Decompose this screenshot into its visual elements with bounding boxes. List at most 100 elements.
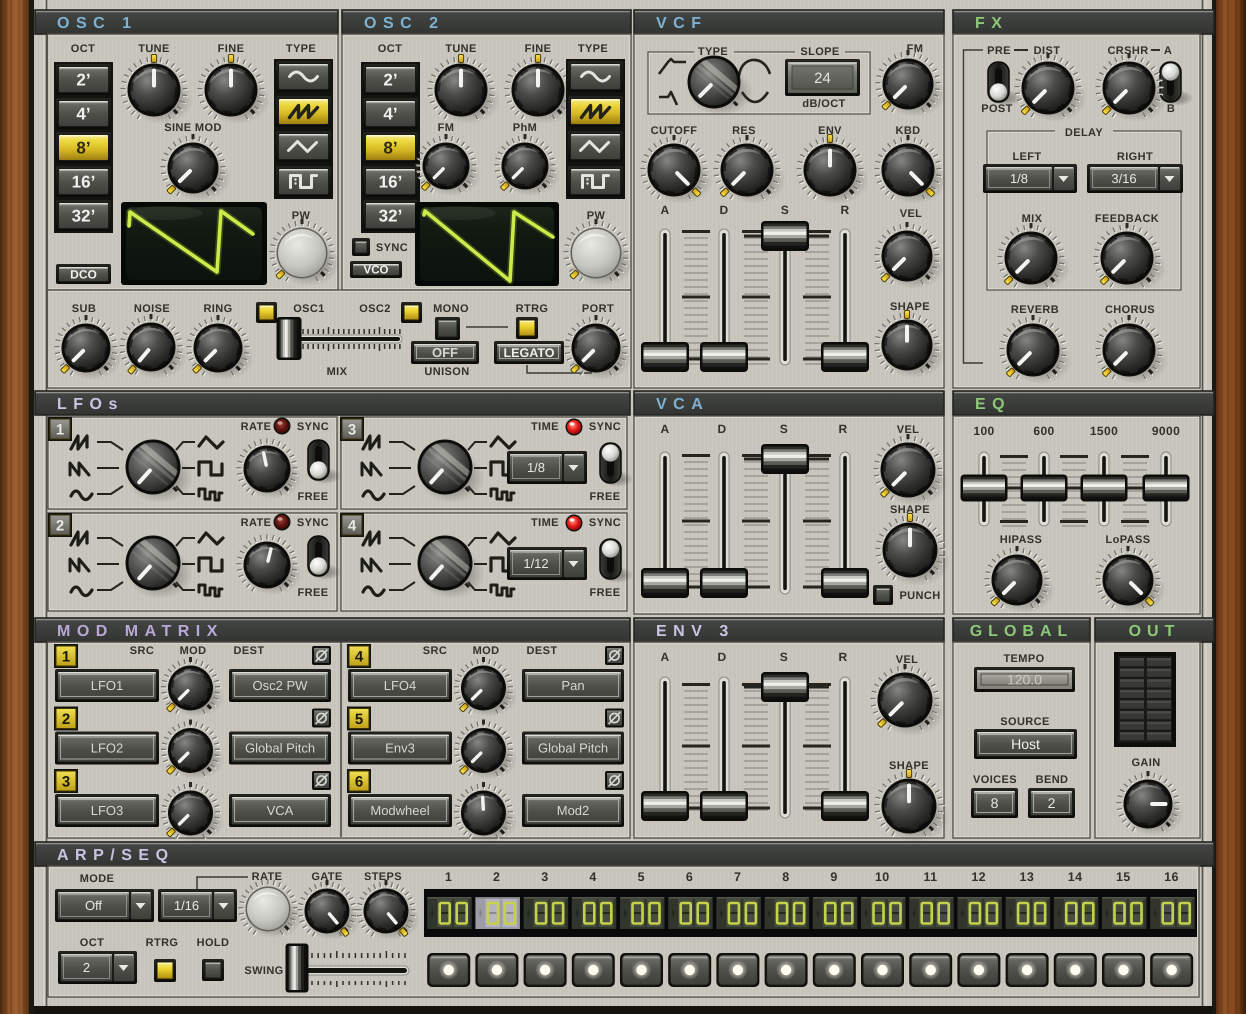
svg-text:EQ: EQ [975,396,1011,413]
svg-text:5: 5 [355,711,363,728]
svg-text:NOISE: NOISE [134,303,170,315]
svg-text:16ʼ: 16ʼ [72,173,96,192]
svg-text:PRE: PRE [987,45,1011,57]
svg-text:TUNE: TUNE [445,43,477,55]
svg-text:15: 15 [1116,870,1131,884]
svg-text:SWING: SWING [244,965,283,977]
svg-text:OUT: OUT [1129,623,1181,640]
svg-text:2: 2 [83,960,90,975]
svg-text:2ʼ: 2ʼ [76,71,90,90]
svg-text:Env3: Env3 [385,741,415,756]
svg-text:LEGATO: LEGATO [504,346,555,360]
svg-text:VOICES: VOICES [973,774,1017,786]
svg-text:A: A [660,422,669,436]
svg-text:8ʼ: 8ʼ [76,139,90,158]
svg-text:R: R [840,203,849,217]
svg-text:24: 24 [814,70,831,87]
svg-text:4ʼ: 4ʼ [76,105,90,124]
svg-text:VEL: VEL [896,654,919,666]
svg-text:REVERB: REVERB [1011,304,1059,316]
svg-text:SYNC: SYNC [589,517,621,529]
svg-text:RATE: RATE [241,421,272,433]
svg-text:MIX: MIX [327,366,348,378]
svg-text:SYNC: SYNC [297,517,329,529]
svg-text:32ʼ: 32ʼ [379,207,403,226]
svg-text:STEPS: STEPS [364,871,402,883]
svg-text:MOD: MOD [180,645,207,657]
svg-text:Mod2: Mod2 [557,803,590,818]
svg-text:1: 1 [62,649,70,666]
svg-text:4: 4 [355,649,364,666]
svg-text:DELAY: DELAY [1065,127,1104,139]
svg-text:OSC 2: OSC 2 [364,15,445,32]
svg-text:TYPE: TYPE [286,43,316,55]
svg-text:OSC2: OSC2 [359,303,391,315]
svg-text:B: B [1167,103,1175,115]
svg-text:Off: Off [85,898,102,913]
svg-text:RING: RING [203,303,232,315]
svg-text:3: 3 [62,774,70,791]
svg-text:RATE: RATE [241,517,272,529]
svg-text:VCO: VCO [364,265,389,277]
svg-text:SOURCE: SOURCE [1000,716,1049,728]
svg-text:VCA: VCA [267,803,294,818]
svg-text:CHORUS: CHORUS [1105,304,1155,316]
svg-text:ARP/SEQ: ARP/SEQ [57,847,175,864]
svg-text:TYPE: TYPE [578,43,608,55]
svg-text:D: D [717,422,726,436]
svg-text:5: 5 [638,870,645,884]
svg-text:D: D [719,203,728,217]
svg-text:Host: Host [1011,736,1040,752]
svg-text:6: 6 [686,870,693,884]
svg-text:2ʼ: 2ʼ [383,71,397,90]
svg-text:Osc2 PW: Osc2 PW [253,678,309,693]
svg-text:LFO3: LFO3 [91,803,124,818]
svg-text:S: S [780,650,788,664]
svg-text:1/16: 1/16 [174,898,199,913]
svg-text:FINE: FINE [218,43,245,55]
svg-text:11: 11 [923,870,937,884]
svg-text:9: 9 [830,870,837,884]
svg-text:7: 7 [734,870,741,884]
svg-text:R: R [838,650,847,664]
svg-text:14: 14 [1068,870,1083,884]
svg-text:PhM: PhM [513,122,537,134]
svg-text:100: 100 [973,424,994,438]
svg-text:dB/OCT: dB/OCT [802,98,845,110]
svg-text:FM: FM [438,122,455,134]
svg-text:OSC 1: OSC 1 [57,15,138,32]
svg-text:10: 10 [875,870,890,884]
svg-text:4: 4 [589,870,596,884]
svg-text:1500: 1500 [1090,424,1118,438]
svg-text:PUNCH: PUNCH [899,590,940,602]
svg-text:FREE: FREE [590,491,621,503]
svg-text:DEST: DEST [234,645,265,657]
svg-text:OSC1: OSC1 [293,303,325,315]
svg-text:GLOBAL: GLOBAL [970,623,1074,640]
svg-text:OCT: OCT [80,937,104,949]
svg-text:FREE: FREE [298,491,329,503]
svg-text:MODE: MODE [80,873,115,885]
svg-text:RIGHT: RIGHT [1117,151,1153,163]
svg-text:8ʼ: 8ʼ [383,139,397,158]
svg-text:A: A [1164,45,1172,57]
svg-text:MOD MATRIX: MOD MATRIX [57,623,224,640]
svg-text:Pan: Pan [561,678,584,693]
svg-text:A: A [660,650,669,664]
svg-text:S: S [780,422,788,436]
svg-text:SYNC: SYNC [589,421,621,433]
svg-text:SRC: SRC [130,645,154,657]
svg-text:1: 1 [56,422,64,439]
svg-text:TUNE: TUNE [138,43,170,55]
svg-text:RATE: RATE [252,871,283,883]
svg-text:SINE MOD: SINE MOD [164,122,222,134]
svg-text:2: 2 [56,518,64,535]
svg-text:6: 6 [355,774,363,791]
svg-text:8: 8 [782,870,789,884]
svg-text:16: 16 [1164,870,1179,884]
svg-text:12: 12 [971,870,986,884]
svg-text:13: 13 [1020,870,1035,884]
svg-text:1: 1 [445,870,452,884]
svg-text:3/16: 3/16 [1111,171,1136,186]
svg-text:HIPASS: HIPASS [1000,534,1043,546]
